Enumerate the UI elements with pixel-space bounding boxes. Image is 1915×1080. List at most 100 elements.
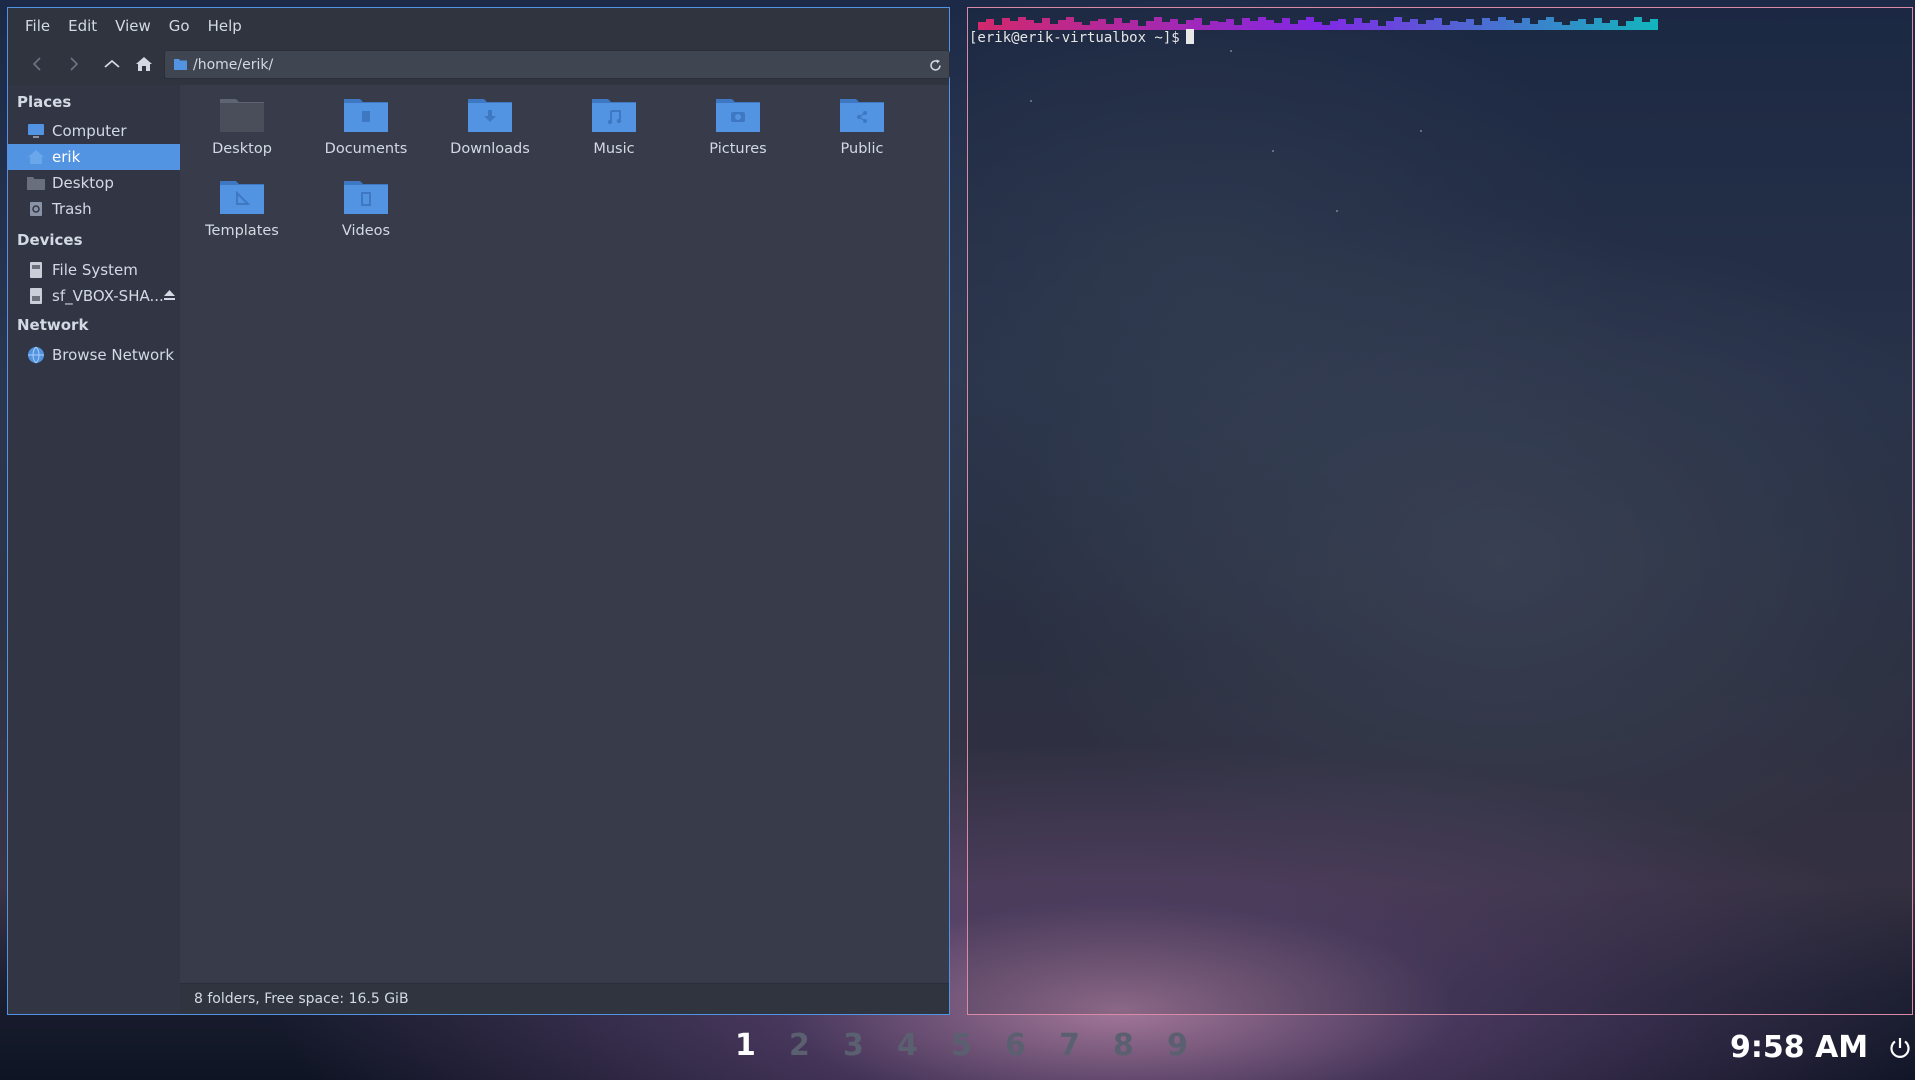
visualizer-bar — [1618, 26, 1626, 30]
visualizer-bar — [1538, 20, 1546, 30]
visualizer-bar — [1410, 19, 1418, 30]
folder-item-documents[interactable]: Documents — [304, 96, 428, 174]
visualizer-bar — [1394, 17, 1402, 30]
visualizer-bar — [1554, 22, 1562, 30]
workspace-8[interactable]: 8 — [1113, 1028, 1134, 1063]
visualizer-bar — [1298, 20, 1306, 30]
visualizer-bar — [1506, 20, 1514, 30]
folder-name: Videos — [341, 223, 391, 239]
visualizer-bar — [1530, 24, 1538, 30]
clock: 9:58 AM — [1730, 1030, 1869, 1065]
folder-item-desktop[interactable]: Desktop — [180, 96, 304, 174]
workspace-5[interactable]: 5 — [951, 1028, 972, 1063]
sidebar-item-browse-network[interactable]: Browse Network — [8, 342, 180, 368]
public-folder-icon — [840, 99, 884, 132]
visualizer-bar — [1562, 25, 1570, 30]
places-header: Places — [17, 93, 72, 111]
visualizer-bar — [1514, 23, 1522, 30]
workspace-3[interactable]: 3 — [843, 1028, 864, 1063]
sidebar-item-erik[interactable]: erik — [8, 144, 180, 170]
workspace-9[interactable]: 9 — [1167, 1028, 1188, 1063]
visualizer-bar — [1330, 21, 1338, 30]
visualizer-bar — [1386, 21, 1394, 30]
visualizer-bar — [1242, 18, 1250, 30]
visualizer-bar — [1338, 19, 1346, 30]
folder-item-public[interactable]: Public — [800, 96, 924, 174]
visualizer-bar — [1490, 21, 1498, 30]
folder-item-videos[interactable]: Videos — [304, 178, 428, 256]
home-button[interactable] — [129, 50, 159, 78]
sidebar-item-label: sf_VBOX-SHA... — [52, 287, 164, 305]
forward-button[interactable] — [59, 50, 89, 78]
visualizer-bar — [1594, 18, 1602, 30]
music-folder-icon — [592, 99, 636, 132]
menu-edit[interactable]: Edit — [59, 17, 106, 35]
folder-name: Templates — [205, 223, 279, 239]
pictures-folder-icon — [716, 99, 760, 132]
devices-header: Devices — [17, 231, 83, 249]
folder-name: Documents — [324, 141, 408, 157]
visualizer-bar — [1266, 20, 1274, 30]
network-icon — [28, 346, 44, 364]
visualizer-bar — [1482, 18, 1490, 30]
workspace-2[interactable]: 2 — [789, 1028, 810, 1063]
menu-view[interactable]: View — [106, 17, 160, 35]
visualizer-bar — [1442, 25, 1450, 30]
menu-file[interactable]: File — [16, 17, 59, 35]
visualizer-bar — [1194, 18, 1202, 30]
folder-name: Pictures — [709, 141, 767, 157]
power-icon[interactable] — [1888, 1036, 1912, 1060]
reload-icon[interactable] — [929, 59, 942, 72]
address-bar[interactable]: /home/erik/ — [164, 50, 950, 79]
sidebar-item-desktop[interactable]: Desktop — [8, 170, 180, 196]
templates-folder-icon — [220, 181, 264, 214]
sidebar-item-trash[interactable]: Trash — [8, 196, 180, 222]
back-button[interactable] — [22, 50, 52, 78]
workspace-7[interactable]: 7 — [1059, 1028, 1080, 1063]
visualizer-bar — [1258, 17, 1266, 30]
visualizer-bar — [1362, 23, 1370, 30]
computer-icon — [28, 124, 44, 138]
home-icon — [28, 150, 44, 164]
visualizer-bar — [1250, 21, 1258, 30]
visualizer-bar — [1586, 24, 1594, 30]
workspace-1[interactable]: 1 — [735, 1028, 756, 1063]
visualizer-bar — [1418, 24, 1426, 30]
workspace-6[interactable]: 6 — [1005, 1028, 1026, 1063]
status-bar: 8 folders, Free space: 16.5 GiB — [180, 983, 949, 1014]
folder-view[interactable]: Desktop Documents Downloads Music Pictur… — [180, 85, 949, 984]
visualizer-bar — [1434, 18, 1442, 30]
menu-go[interactable]: Go — [160, 17, 199, 35]
documents-folder-icon — [344, 99, 388, 132]
visualizer-bar — [1642, 22, 1650, 30]
visualizer-bar — [1450, 21, 1458, 30]
visualizer-bar — [1458, 22, 1466, 30]
folder-name: Downloads — [450, 141, 530, 157]
folder-item-pictures[interactable]: Pictures — [676, 96, 800, 174]
menu-bar: File Edit View Go Help — [8, 8, 949, 44]
terminal-window[interactable]: [erik@erik-virtualbox ~]$ — [967, 7, 1913, 1015]
workspace-4[interactable]: 4 — [897, 1028, 918, 1063]
visualizer-bar — [1314, 22, 1322, 30]
folder-item-downloads[interactable]: Downloads — [428, 96, 552, 174]
sidebar: Places Computer erik Desktop Trash Devic… — [8, 85, 180, 1014]
visualizer-bar — [1498, 17, 1506, 30]
visualizer-bar — [1402, 22, 1410, 30]
eject-icon[interactable] — [163, 289, 176, 301]
up-button[interactable] — [97, 50, 127, 78]
sidebar-item-label: Computer — [52, 122, 127, 140]
visualizer-bar — [1378, 26, 1386, 30]
sidebar-item-computer[interactable]: Computer — [8, 118, 180, 144]
visualizer-bar — [1650, 19, 1658, 30]
folder-item-templates[interactable]: Templates — [180, 178, 304, 256]
visualizer-bar — [1306, 17, 1314, 30]
file-manager-window[interactable]: File Edit View Go Help /home/erik/ Place… — [7, 7, 950, 1015]
terminal-prompt[interactable]: [erik@erik-virtualbox ~]$ — [969, 29, 1194, 46]
folder-item-music[interactable]: Music — [552, 96, 676, 174]
sidebar-item-file-system[interactable]: File System — [8, 257, 180, 283]
network-header: Network — [17, 316, 89, 334]
audio-visualizer — [978, 17, 1658, 30]
menu-help[interactable]: Help — [199, 17, 251, 35]
sidebar-item-sf-vbox[interactable]: sf_VBOX-SHA... — [8, 283, 180, 309]
sidebar-item-label: erik — [52, 148, 81, 166]
